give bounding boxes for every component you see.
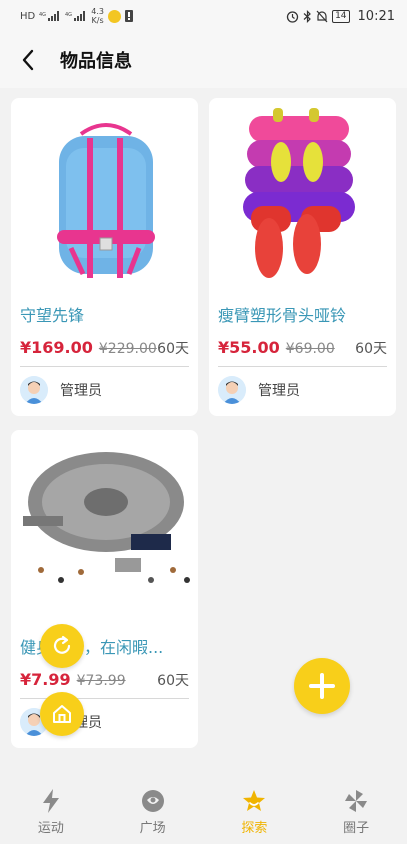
avatar: [20, 376, 48, 404]
add-item-button[interactable]: [294, 658, 350, 714]
signal-icon: 4G: [39, 11, 60, 21]
dumbbell-image: [243, 108, 355, 278]
square-icon: [141, 790, 164, 812]
mute-icon: [316, 10, 328, 22]
header: 物品信息: [0, 32, 407, 88]
bluetooth-icon: [303, 9, 311, 23]
page-title: 物品信息: [60, 51, 132, 72]
star-icon: [243, 790, 266, 811]
user-avatar-icon: [218, 376, 246, 404]
rental-days: 60天: [355, 341, 387, 357]
notification-icon: [107, 9, 121, 23]
owner-info: 管理员: [20, 376, 102, 404]
back-arrow-icon: [22, 49, 34, 71]
lego-set-image: [23, 452, 190, 583]
svg-text:4G: 4G: [39, 12, 46, 18]
bottom-tab-bar: 运动 广场 探索 圈子: [0, 778, 407, 844]
tab-sport[interactable]: 运动: [0, 778, 102, 844]
item-card[interactable]: 瘦臂塑形骨头哑铃 ¥55.00 ¥69.00 60天 管理员: [209, 98, 396, 416]
price-row: ¥55.00 ¥69.00 60天: [218, 338, 387, 360]
item-price: ¥169.00: [20, 338, 93, 357]
price-row: ¥169.00 ¥229.00 60天: [20, 338, 189, 360]
item-card[interactable]: 守望先锋 ¥169.00 ¥229.00 60天 管理员: [11, 98, 198, 416]
item-price: ¥55.00: [218, 338, 280, 357]
tab-circle[interactable]: 圈子: [305, 778, 407, 844]
lightning-icon: [42, 789, 59, 813]
pinwheel-icon: [345, 790, 368, 812]
item-old-price: ¥69.00: [285, 341, 335, 357]
alarm-icon: [286, 10, 299, 23]
back-button[interactable]: [0, 32, 56, 88]
backpack-image: [57, 123, 155, 278]
divider: [218, 366, 387, 367]
divider: [20, 366, 189, 367]
owner-info: 管理员: [218, 376, 300, 404]
item-card[interactable]: 健身太累，在闲暇... ¥7.99 ¥73.99 60天 管理员: [11, 430, 198, 748]
net-speed: 4.3 K/s: [91, 7, 104, 25]
item-price: ¥7.99: [20, 670, 71, 689]
hd-indicator: HD: [20, 10, 36, 22]
refresh-button[interactable]: [40, 624, 84, 668]
signal-icon-2: 4G: [65, 11, 86, 21]
item-old-price: ¥229.00: [98, 341, 157, 357]
item-name: 瘦臂塑形骨头哑铃: [218, 306, 347, 325]
home-icon: [53, 705, 71, 723]
status-time: 10:21: [357, 8, 395, 24]
svg-text:4G: 4G: [65, 12, 72, 18]
item-name: 守望先锋: [20, 306, 85, 325]
status-left: HD 4G 4G 4.3 K/s: [20, 7, 133, 25]
item-old-price: ¥73.99: [76, 673, 126, 689]
tab-square[interactable]: 广场: [102, 778, 204, 844]
tab-label: 广场: [139, 821, 166, 836]
tab-label: 运动: [37, 821, 64, 836]
user-avatar-icon: [20, 376, 48, 404]
avatar: [218, 376, 246, 404]
plus-icon: [309, 673, 335, 699]
tab-explore[interactable]: 探索: [204, 778, 306, 844]
alert-icon: [124, 10, 133, 22]
owner-name: 管理员: [60, 383, 102, 399]
battery-icon: 14: [332, 9, 350, 23]
rental-days: 60天: [157, 673, 189, 689]
tab-label: 探索: [241, 821, 268, 836]
status-bar: HD 4G 4G 4.3 K/s 14 10:21: [0, 0, 407, 32]
status-right: 14 10:21: [286, 9, 395, 24]
home-button[interactable]: [40, 692, 84, 736]
owner-name: 管理员: [258, 383, 300, 399]
tab-label: 圈子: [343, 821, 370, 836]
rental-days: 60天: [157, 341, 189, 357]
refresh-icon: [53, 635, 71, 654]
price-row: ¥7.99 ¥73.99 60天: [20, 670, 189, 692]
